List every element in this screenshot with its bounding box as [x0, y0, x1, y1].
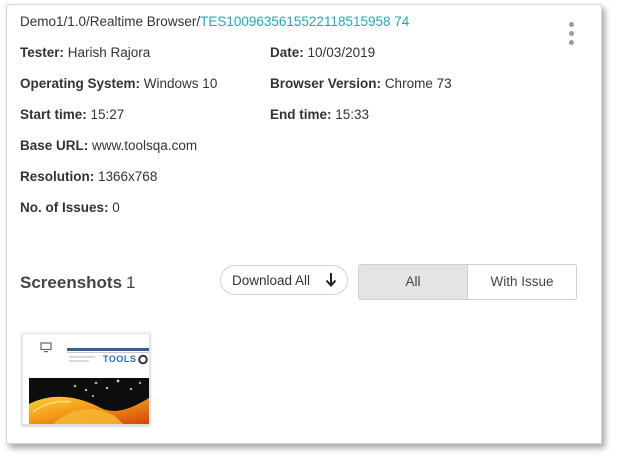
test-id-link[interactable]: TES1009635615522118515958 74 [200, 14, 409, 29]
screenshots-count: 1 [126, 273, 136, 292]
date-value: 10/03/2019 [307, 45, 376, 60]
resolution-value: 1366x768 [98, 169, 158, 184]
breadcrumb: Demo1/1.0/Realtime Browser/TES1009635615… [20, 14, 409, 29]
browser-version-label: Browser Version: [270, 76, 382, 91]
download-all-button[interactable]: Download All [220, 265, 348, 295]
base-url-field: Base URL: www.toolsqa.com [20, 138, 197, 153]
filter-all-button[interactable]: All [359, 265, 468, 299]
screenshot-filter: All With Issue [358, 264, 577, 300]
kebab-menu-icon[interactable] [566, 22, 578, 48]
tester-value: Harish Rajora [67, 45, 151, 60]
issues-value: 0 [112, 200, 120, 215]
issues-field: No. of Issues: 0 [20, 200, 120, 215]
tester-field: Tester: Harish Rajora [20, 45, 150, 60]
start-time-field: Start time: 15:27 [20, 107, 124, 122]
start-time-value: 15:27 [90, 107, 125, 122]
issues-label: No. of Issues: [20, 200, 109, 215]
test-details-card: Demo1/1.0/Realtime Browser/TES1009635615… [6, 4, 602, 444]
start-time-label: Start time: [20, 107, 87, 122]
os-label: Operating System: [20, 76, 141, 91]
arrow-down-icon [325, 273, 337, 287]
thumbnail-logo-text: TOOLS [103, 354, 137, 364]
screenshot-thumbnail[interactable]: TOOLS [22, 333, 150, 425]
os-value: Windows 10 [143, 76, 218, 91]
filter-with-issue-button[interactable]: With Issue [468, 265, 576, 299]
breadcrumb-path[interactable]: Demo1/1.0/Realtime Browser/ [20, 14, 200, 29]
screenshots-title: Screenshots [20, 273, 123, 292]
browser-version-value: Chrome 73 [384, 76, 452, 91]
browser-version-field: Browser Version: Chrome 73 [270, 76, 452, 91]
base-url-value: www.toolsqa.com [92, 138, 198, 153]
monitor-icon [40, 342, 52, 353]
tester-label: Tester: [20, 45, 65, 60]
date-field: Date: 10/03/2019 [270, 45, 375, 60]
screenshots-heading: Screenshots 1 [20, 273, 136, 293]
resolution-label: Resolution: [20, 169, 95, 184]
date-label: Date: [270, 45, 304, 60]
resolution-field: Resolution: 1366x768 [20, 169, 157, 184]
base-url-label: Base URL: [20, 138, 89, 153]
os-field: Operating System: Windows 10 [20, 76, 217, 91]
end-time-label: End time: [270, 107, 332, 122]
logo-gear-icon [138, 354, 148, 365]
end-time-field: End time: 15:33 [270, 107, 369, 122]
end-time-value: 15:33 [335, 107, 370, 122]
download-all-label: Download All [232, 273, 311, 288]
